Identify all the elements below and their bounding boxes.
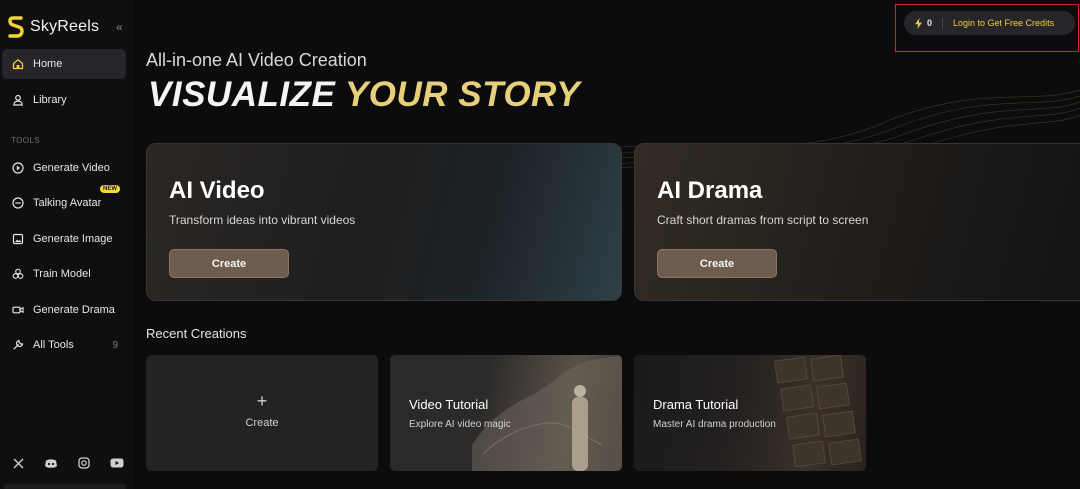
card-description: Craft short dramas from script to screen (657, 213, 869, 227)
plus-icon: + (256, 391, 268, 411)
card-title: AI Video (169, 177, 265, 204)
skyreels-logo-icon (8, 16, 24, 38)
film-stills-thumbnail-art (774, 355, 862, 468)
home-icon (12, 58, 24, 70)
ai-drama-create-button[interactable]: Create (657, 249, 777, 278)
dragon-thumbnail-art (472, 355, 622, 471)
sidebar-item-label: Train Model (33, 268, 91, 280)
tile-title: Drama Tutorial (653, 397, 739, 412)
play-circle-icon (12, 162, 24, 174)
discord-icon[interactable] (41, 455, 61, 471)
credit-count: 0 (927, 18, 933, 28)
sidebar: SkyReels « Home Library TOOLS Generate V… (0, 0, 134, 489)
sidebar-item-label: Home (33, 58, 63, 70)
ai-drama-card[interactable]: AI Drama Craft short dramas from script … (634, 143, 1080, 301)
sidebar-item-home[interactable]: Home (2, 49, 126, 79)
sidebar-item-talking-avatar[interactable]: Talking Avatar NEW (2, 185, 126, 218)
youtube-icon[interactable] (107, 455, 127, 471)
credits-login-pill[interactable]: 0 Login to Get Free Credits (904, 11, 1075, 35)
all-tools-count: 9 (112, 339, 118, 351)
drama-tutorial-tile[interactable]: Drama Tutorial Master AI drama productio… (634, 355, 866, 471)
tools-section-label: TOOLS (11, 136, 40, 145)
sidebar-item-library[interactable]: Library (2, 85, 126, 115)
image-icon (12, 233, 24, 245)
card-description: Transform ideas into vibrant videos (169, 213, 356, 227)
video-camera-icon (12, 306, 24, 314)
brand-name: SkyReels (30, 18, 100, 35)
login-link[interactable]: Login to Get Free Credits (953, 18, 1054, 28)
sidebar-bottom-bar (4, 484, 126, 489)
card-title: AI Drama (657, 177, 763, 204)
sidebar-item-all-tools[interactable]: All Tools 9 (2, 330, 126, 360)
social-links (8, 455, 127, 471)
hero-title-white: VISUALIZE (148, 75, 345, 114)
wrench-icon (13, 339, 24, 350)
collapse-sidebar-icon[interactable]: « (116, 20, 123, 34)
brand-logo[interactable]: SkyReels (8, 16, 99, 38)
sidebar-item-generate-image[interactable]: Generate Image (2, 224, 126, 254)
cluster-icon (12, 268, 24, 279)
x-icon[interactable] (8, 455, 28, 471)
sidebar-item-label: Generate Drama (33, 304, 115, 316)
sidebar-item-train-model[interactable]: Train Model (2, 259, 126, 289)
sidebar-item-generate-drama[interactable]: Generate Drama (2, 295, 126, 325)
lightning-icon (915, 17, 922, 29)
create-new-tile[interactable]: + Create (146, 355, 378, 471)
ai-video-card[interactable]: AI Video Transform ideas into vibrant vi… (146, 143, 622, 301)
sidebar-item-label: Generate Image (33, 233, 113, 245)
face-icon (12, 197, 24, 209)
new-badge: NEW (100, 185, 120, 193)
hero-title-gold: YOUR STORY (344, 75, 581, 114)
ai-video-create-button[interactable]: Create (169, 249, 289, 278)
sidebar-item-label: Talking Avatar (33, 197, 102, 209)
sidebar-item-label: Generate Video (33, 162, 110, 174)
pill-divider (942, 17, 944, 29)
app-root: SkyReels « Home Library TOOLS Generate V… (0, 0, 1080, 489)
hero-subtitle: All-in-one AI Video Creation (146, 50, 367, 70)
video-tutorial-tile[interactable]: Video Tutorial Explore AI video magic (390, 355, 622, 471)
user-icon (13, 94, 23, 106)
sidebar-item-generate-video[interactable]: Generate Video (2, 153, 126, 183)
tile-title: Video Tutorial (409, 397, 489, 412)
sidebar-item-label: All Tools (33, 339, 74, 351)
tile-description: Master AI drama production (653, 419, 776, 430)
hero-title: VISUALIZE YOUR STORY (148, 75, 580, 115)
recent-creations-heading: Recent Creations (146, 326, 247, 341)
sidebar-item-label: Library (33, 94, 67, 106)
create-tile-label: Create (245, 417, 279, 429)
instagram-icon[interactable] (74, 455, 94, 471)
tile-description: Explore AI video magic (409, 419, 511, 430)
